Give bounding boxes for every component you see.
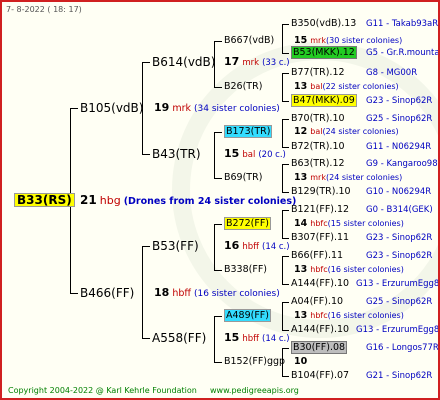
gen4-code: G11 - N06294R	[366, 142, 432, 152]
gen4-code: G8 - MG00R	[366, 68, 418, 78]
gen4-code: G0 - B314(GEK)	[366, 205, 433, 215]
gen3-info: 13 mrk(24 sister colonies)	[294, 172, 403, 183]
gen4-code: G10 - N06294R	[366, 187, 432, 197]
gen3-info: 13 bal(22 sister colonies)	[294, 81, 399, 92]
gen3-info: 13 hbfc(16 sister colonies)	[294, 264, 404, 275]
footer-copyright: Copyright 2004-2022 @ Karl Kehrle Founda…	[8, 386, 197, 395]
gen4-node[interactable]: A04(FF).10	[291, 296, 343, 308]
gen2-node[interactable]: B53(FF)	[152, 240, 199, 252]
gen4-node[interactable]: B30(FF).08	[291, 341, 348, 354]
gen2-info: 16 hbff (14 c.)	[224, 239, 290, 253]
gen4-code: G5 - Gr.R.mounta	[366, 48, 440, 58]
gen3-node[interactable]: B173(TR)	[224, 125, 273, 138]
gen3-node[interactable]: B152(FF)ggp	[224, 356, 285, 368]
gen4-node[interactable]: A144(FF).10	[291, 324, 349, 336]
gen4-node[interactable]: B104(FF).07	[291, 370, 349, 382]
gen2-info: 15 hbff (14 c.)	[224, 331, 290, 345]
gen4-node[interactable]: B129(TR).10	[291, 186, 351, 198]
gen2-node[interactable]: B614(vdB)	[152, 56, 215, 68]
gen4-node[interactable]: B53(MKK).12	[291, 46, 357, 59]
gen3-node[interactable]: B272(FF)	[224, 217, 271, 230]
gen4-node[interactable]: B70(TR).10	[291, 113, 345, 125]
gen2-info: 15 bal (20 c.)	[224, 147, 286, 161]
gen4-code: G9 - Kangaroo98R	[366, 159, 440, 169]
gen4-code: G13 - ErzurumEgg8	[356, 279, 440, 289]
gen2-info: 17 mrk (33 c.)	[224, 55, 290, 69]
gen4-node[interactable]: A144(FF).10	[291, 278, 349, 290]
gen3-info: 14 hbfc(15 sister colonies)	[294, 218, 404, 229]
gen4-code: G16 - Longos77R	[366, 343, 439, 353]
gen4-code: G11 - Takab93aR	[366, 19, 439, 29]
gen4-code: G23 - Sinop62R	[366, 251, 433, 261]
sire-info: 19 mrk (34 sister colonies)	[154, 101, 280, 115]
gen4-node[interactable]: B77(TR).12	[291, 67, 345, 79]
gen3-node[interactable]: B667(vdB)	[224, 35, 274, 47]
dam-node[interactable]: B466(FF)	[80, 287, 134, 299]
gen3-node[interactable]: B69(TR)	[224, 172, 262, 184]
gen2-node[interactable]: B43(TR)	[152, 148, 201, 160]
gen4-code: G25 - Sinop62R	[366, 297, 433, 307]
footer-site-link[interactable]: www.pedigreeapis.org	[210, 385, 299, 397]
gen3-info: 10	[294, 356, 308, 367]
gen4-node[interactable]: B47(MKK).09	[291, 94, 357, 107]
gen3-info: 12 bal(24 sister colonies)	[294, 126, 399, 137]
gen3-node[interactable]: B26(TR)	[224, 81, 262, 93]
dam-info: 18 hbff (16 sister colonies)	[154, 286, 280, 300]
date-stamp: 7- 8-2022 ( 18: 17)	[6, 5, 82, 14]
gen4-node[interactable]: B307(FF).11	[291, 232, 349, 244]
gen4-node[interactable]: B121(FF).12	[291, 204, 349, 216]
gen4-node[interactable]: B66(FF).11	[291, 250, 343, 262]
gen4-code: G23 - Sinop62R	[366, 233, 433, 243]
gen3-info: 13 hbfc(16 sister colonies)	[294, 310, 404, 321]
gen4-code: G23 - Sinop62R	[366, 96, 433, 106]
root-info: 21 hbg (Drones from 24 sister colonies)	[80, 193, 297, 207]
gen4-node[interactable]: B350(vdB).13	[291, 18, 356, 30]
root-queen[interactable]: B33(RS)	[14, 193, 75, 207]
gen4-code: G25 - Sinop62R	[366, 114, 433, 124]
gen4-node[interactable]: B72(TR).10	[291, 141, 345, 153]
gen4-code: G13 - ErzurumEgg8	[356, 325, 440, 335]
gen4-code: G21 - Sinop62R	[366, 371, 433, 381]
pedigree-chart: 7- 8-2022 ( 18: 17) B33(RS) 21 hbg (Dron…	[0, 0, 440, 400]
gen4-node[interactable]: B63(TR).12	[291, 158, 345, 170]
gen3-node[interactable]: A489(FF)	[224, 309, 271, 322]
sire-node[interactable]: B105(vdB)	[80, 102, 143, 114]
gen2-node[interactable]: A558(FF)	[152, 332, 206, 344]
gen3-node[interactable]: B338(FF)	[224, 264, 267, 276]
